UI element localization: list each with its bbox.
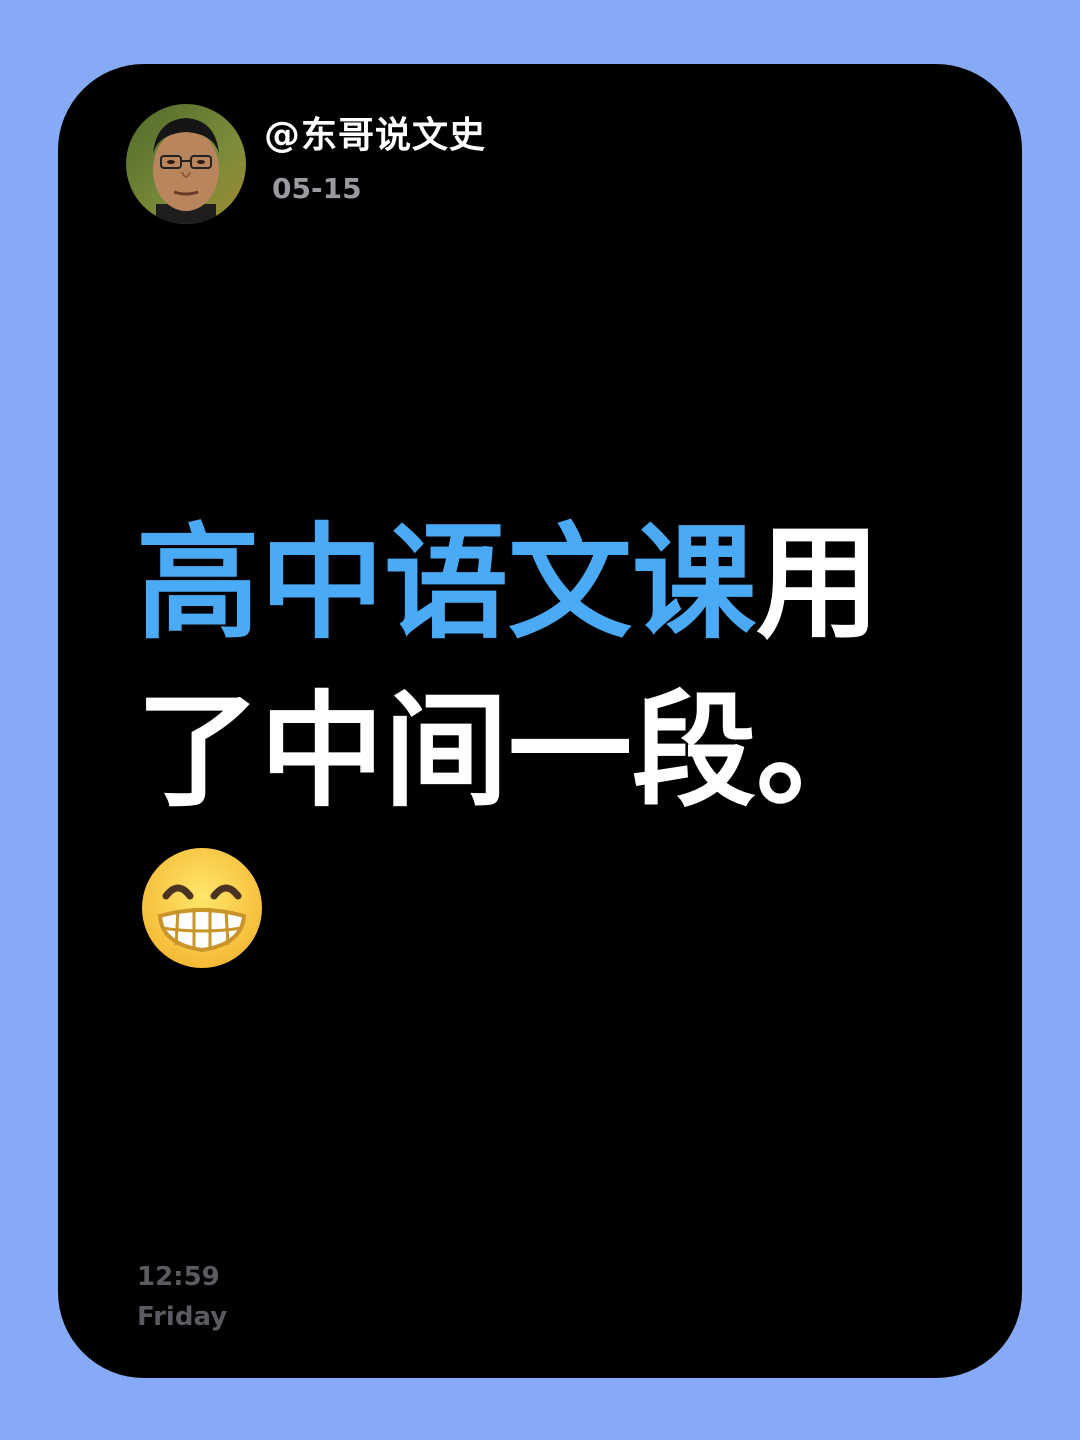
author-name[interactable]: @东哥说文史 bbox=[264, 106, 486, 158]
post-date: 05-15 bbox=[272, 172, 362, 205]
post-weekday: Friday bbox=[137, 1302, 228, 1332]
headline-highlight: 高中语文课 bbox=[136, 512, 757, 656]
avatar[interactable] bbox=[126, 104, 246, 224]
grinning-face-icon bbox=[140, 846, 264, 970]
avatar-photo bbox=[126, 104, 246, 224]
headline: 高中语文课用了中间一段。 bbox=[136, 500, 896, 836]
post-time: 12:59 bbox=[137, 1262, 220, 1292]
